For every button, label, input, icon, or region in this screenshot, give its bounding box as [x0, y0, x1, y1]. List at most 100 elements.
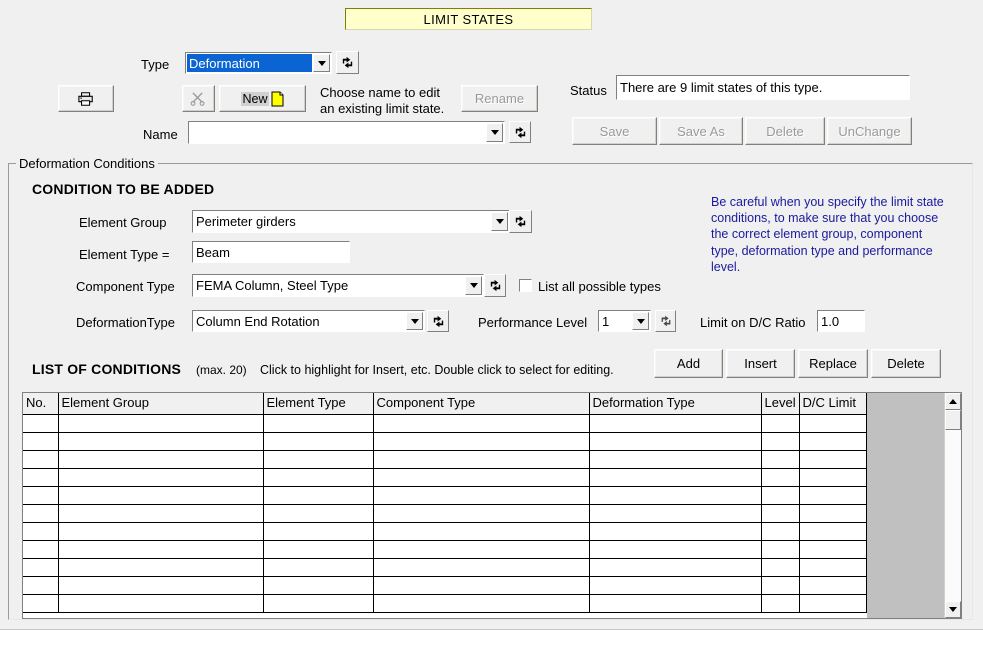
- table-scrollbar[interactable]: [944, 393, 961, 618]
- new-button[interactable]: New: [219, 85, 306, 112]
- table-cell[interactable]: [23, 540, 59, 559]
- table-cell[interactable]: [263, 414, 374, 433]
- name-refresh-button[interactable]: [509, 121, 531, 143]
- table-cell[interactable]: [799, 594, 867, 613]
- table-cell[interactable]: [373, 450, 590, 469]
- performance-level-combo[interactable]: 1: [598, 310, 651, 332]
- table-cell[interactable]: [263, 450, 374, 469]
- table-cell[interactable]: [373, 540, 590, 559]
- deformation-type-combo[interactable]: Column End Rotation: [192, 310, 425, 332]
- table-cell[interactable]: [799, 450, 867, 469]
- table-cell[interactable]: [761, 414, 800, 433]
- table-cell[interactable]: [589, 594, 762, 613]
- table-cell[interactable]: [23, 522, 59, 541]
- table-cell[interactable]: [589, 486, 762, 505]
- table-cell[interactable]: [373, 522, 590, 541]
- table-row[interactable]: [23, 486, 867, 505]
- element-group-combo[interactable]: Perimeter girders: [192, 210, 510, 233]
- table-cell[interactable]: [263, 468, 374, 487]
- table-cell[interactable]: [589, 450, 762, 469]
- table-cell[interactable]: [589, 414, 762, 433]
- print-button[interactable]: [58, 85, 114, 112]
- save-button[interactable]: Save: [572, 117, 657, 145]
- table-cell[interactable]: [263, 594, 374, 613]
- table-cell[interactable]: [589, 504, 762, 523]
- chevron-down-icon[interactable]: [313, 54, 330, 72]
- table-row[interactable]: [23, 432, 867, 451]
- component-type-combo[interactable]: FEMA Column, Steel Type: [192, 274, 484, 297]
- table-row[interactable]: [23, 414, 867, 433]
- table-cell[interactable]: [373, 558, 590, 577]
- table-cell[interactable]: [58, 594, 264, 613]
- list-all-types-checkbox[interactable]: [519, 279, 532, 292]
- table-cell[interactable]: [373, 414, 590, 433]
- table-cell[interactable]: [23, 432, 59, 451]
- element-group-refresh-button[interactable]: [509, 210, 532, 233]
- table-cell[interactable]: [589, 558, 762, 577]
- save-as-button[interactable]: Save As: [659, 117, 743, 145]
- type-combo[interactable]: Deformation: [185, 52, 332, 74]
- rename-button[interactable]: Rename: [461, 85, 538, 112]
- table-row[interactable]: [23, 594, 867, 613]
- table-cell[interactable]: [799, 558, 867, 577]
- table-cell[interactable]: [799, 414, 867, 433]
- insert-condition-button[interactable]: Insert: [726, 349, 795, 378]
- table-cell[interactable]: [58, 414, 264, 433]
- chevron-down-icon[interactable]: [465, 276, 482, 295]
- table-cell[interactable]: [589, 468, 762, 487]
- table-cell[interactable]: [263, 504, 374, 523]
- table-cell[interactable]: [58, 486, 264, 505]
- table-cell[interactable]: [373, 504, 590, 523]
- table-cell[interactable]: [23, 414, 59, 433]
- table-cell[interactable]: [373, 594, 590, 613]
- table-body[interactable]: [23, 414, 867, 613]
- deformation-type-refresh-button[interactable]: [427, 310, 449, 332]
- replace-condition-button[interactable]: Replace: [798, 349, 868, 378]
- table-row[interactable]: [23, 576, 867, 595]
- scroll-up-button[interactable]: [945, 393, 961, 410]
- table-cell[interactable]: [263, 486, 374, 505]
- table-cell[interactable]: [373, 486, 590, 505]
- table-cell[interactable]: [23, 558, 59, 577]
- table-cell[interactable]: [761, 486, 800, 505]
- table-cell[interactable]: [799, 522, 867, 541]
- table-cell[interactable]: [58, 576, 264, 595]
- chevron-down-icon[interactable]: [486, 123, 503, 142]
- table-cell[interactable]: [761, 558, 800, 577]
- table-cell[interactable]: [58, 468, 264, 487]
- dc-ratio-input[interactable]: 1.0: [817, 310, 865, 332]
- table-cell[interactable]: [761, 468, 800, 487]
- name-combo[interactable]: [188, 121, 505, 144]
- table-cell[interactable]: [761, 450, 800, 469]
- table-cell[interactable]: [263, 558, 374, 577]
- table-cell[interactable]: [58, 450, 264, 469]
- delete-limit-state-button[interactable]: Delete: [745, 117, 825, 145]
- scrollbar-thumb[interactable]: [945, 410, 961, 430]
- table-cell[interactable]: [761, 504, 800, 523]
- table-cell[interactable]: [58, 540, 264, 559]
- table-cell[interactable]: [373, 468, 590, 487]
- table-row[interactable]: [23, 504, 867, 523]
- table-cell[interactable]: [23, 594, 59, 613]
- table-cell[interactable]: [58, 558, 264, 577]
- performance-level-refresh-button[interactable]: [655, 310, 676, 332]
- table-cell[interactable]: [373, 576, 590, 595]
- table-cell[interactable]: [589, 540, 762, 559]
- table-row[interactable]: [23, 468, 867, 487]
- table-cell[interactable]: [799, 432, 867, 451]
- table-cell[interactable]: [799, 468, 867, 487]
- add-condition-button[interactable]: Add: [654, 349, 723, 378]
- table-cell[interactable]: [761, 594, 800, 613]
- table-row[interactable]: [23, 450, 867, 469]
- chevron-down-icon[interactable]: [406, 312, 423, 330]
- table-cell[interactable]: [589, 576, 762, 595]
- unchange-button[interactable]: UnChange: [827, 117, 912, 145]
- table-cell[interactable]: [23, 504, 59, 523]
- table-cell[interactable]: [799, 540, 867, 559]
- table-cell[interactable]: [263, 432, 374, 451]
- table-cell[interactable]: [263, 540, 374, 559]
- table-row[interactable]: [23, 558, 867, 577]
- table-cell[interactable]: [263, 576, 374, 595]
- table-cell[interactable]: [589, 522, 762, 541]
- table-cell[interactable]: [373, 432, 590, 451]
